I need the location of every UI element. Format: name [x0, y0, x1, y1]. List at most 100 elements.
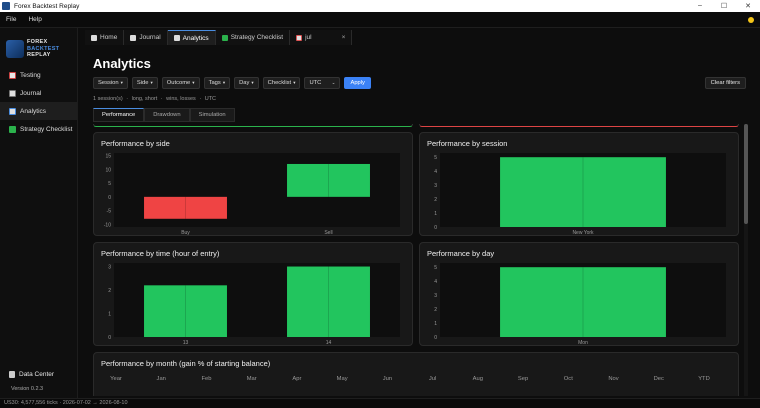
filter-session[interactable]: Session ▾ — [93, 77, 128, 89]
sidebar-item-label: Strategy Checklist — [20, 125, 73, 133]
data-center-label: Data Center — [19, 371, 55, 378]
x-tick-label: New York — [572, 230, 594, 236]
main-content: Analytics Session ▾ Side ▾ Outcome ▾ Tags ▾ … — [85, 46, 760, 398]
y-tick-label: -5 — [107, 209, 112, 215]
tab-strategy-checklist[interactable]: Strategy Checklist — [215, 30, 291, 45]
filter-checklist[interactable]: Checklist ▾ — [262, 77, 301, 89]
x-tick-label: Sell — [324, 230, 332, 236]
analytics-icon — [9, 107, 16, 115]
y-tick-label: 3 — [108, 265, 111, 271]
month-column-header: Aug — [473, 376, 483, 382]
menu-bar: File Help — [0, 12, 760, 28]
chart-card-session: Performance by session 5 4 3 2 1 0 New York — [419, 132, 739, 236]
sidebar-item-strategy-checklist[interactable]: Strategy Checklist — [0, 120, 77, 138]
filter-outcome[interactable]: Outcome ▾ — [161, 77, 200, 89]
tab-label: Analytics — [182, 34, 209, 42]
summary-sessions: 1 session(s) — [93, 96, 123, 102]
tab-home[interactable]: Home — [85, 30, 125, 45]
month-column-header: Apr — [292, 376, 301, 382]
menu-help[interactable]: Help — [22, 16, 47, 23]
sidebar-item-label: Testing — [20, 71, 41, 79]
previous-card-edge — [419, 124, 739, 127]
sidebar-item-testing[interactable]: Testing — [0, 66, 77, 84]
apply-button[interactable]: Apply — [344, 77, 371, 89]
clear-filters-button[interactable]: Clear filters — [704, 77, 746, 89]
subtab-simulation[interactable]: Simulation — [189, 108, 235, 122]
brand-line-3: REPLAY — [27, 52, 51, 59]
filter-day[interactable]: Day ▾ — [234, 77, 259, 89]
window-title: Forex Backtest Replay — [14, 2, 80, 10]
window-controls: – ☐ ✕ — [688, 2, 760, 10]
y-tick-label: 0 — [108, 195, 111, 201]
y-tick-label: 2 — [434, 307, 437, 313]
filter-side[interactable]: Side ▾ — [131, 77, 158, 89]
summary-separator: · — [199, 96, 202, 102]
data-center-button[interactable]: Data Center — [0, 371, 78, 378]
tab-journal[interactable]: Journal — [124, 30, 168, 45]
y-tick-label: 1 — [108, 312, 111, 318]
filter-label: Side — [136, 80, 149, 86]
brand-logo: FOREX BACKTEST REPLAY — [0, 28, 77, 62]
session-chart: 5 4 3 2 1 0 New York — [434, 153, 726, 236]
summary-separator: · — [126, 96, 129, 102]
journal-icon — [9, 89, 16, 97]
status-bar: US30: 4,577,556 ticks · 2026-07-02 → 202… — [0, 398, 760, 408]
summary-separator: · — [160, 96, 163, 102]
sidebar-item-label: Journal — [20, 89, 42, 97]
month-column-header: Jul — [429, 376, 436, 382]
chart-icon — [296, 34, 303, 41]
minimize-button[interactable]: – — [688, 2, 712, 10]
filter-tags[interactable]: Tags ▾ — [203, 77, 231, 89]
sidebar-item-journal[interactable]: Journal — [0, 84, 77, 102]
tab-label: Journal — [139, 34, 161, 41]
tab-jul[interactable]: jul × — [290, 30, 353, 45]
close-tab-icon[interactable]: × — [342, 34, 346, 41]
y-tick-label: 10 — [105, 167, 111, 173]
timezone-select[interactable]: UTC ⌄ — [304, 77, 341, 89]
checklist-icon — [221, 34, 228, 41]
caret-down-icon: ▾ — [222, 80, 226, 85]
chart-card-month: Performance by month (gain % of starting… — [93, 352, 739, 396]
theme-toggle-icon[interactable] — [748, 16, 754, 23]
filter-bar: Session ▾ Side ▾ Outcome ▾ Tags ▾ Day ▾ Check… — [93, 77, 371, 89]
y-tick-label: 4 — [434, 169, 437, 175]
chart-card-day: Performance by day 5 4 3 2 1 0 Mon — [419, 242, 739, 346]
chart-card-side: Performance by side 15 10 5 0 -5 -10 Buy Sell — [93, 132, 413, 236]
subtab-performance[interactable]: Performance — [93, 108, 145, 122]
tab-label: Strategy Checklist — [230, 34, 284, 41]
caret-down-icon: ▾ — [150, 80, 153, 85]
month-column-header: May — [337, 376, 348, 382]
checklist-icon — [9, 125, 16, 133]
month-column-header: Year — [110, 376, 122, 382]
timezone-value: UTC — [309, 80, 322, 86]
month-column-header: Dec — [654, 376, 664, 382]
y-tick-label: -10 — [104, 222, 111, 228]
month-column-header: Jan — [157, 376, 166, 382]
tab-analytics[interactable]: Analytics — [167, 30, 216, 45]
close-window-button[interactable]: ✕ — [736, 2, 760, 10]
previous-card-edge — [93, 124, 413, 127]
charts-scroll-area[interactable]: Performance by side 15 10 5 0 -5 -10 Buy Sell P… — [93, 124, 748, 396]
vertical-scrollbar[interactable] — [744, 124, 748, 396]
y-tick-label: 0 — [434, 225, 437, 231]
sidebar-item-label: Analytics — [20, 107, 47, 115]
month-column-header: Feb — [201, 376, 211, 382]
page-title: Analytics — [93, 56, 151, 71]
y-tick-label: 5 — [434, 155, 437, 161]
scrollbar-thumb[interactable] — [744, 124, 748, 224]
month-column-header: Nov — [608, 376, 618, 382]
y-tick-label: 3 — [434, 183, 437, 189]
menu-file[interactable]: File — [0, 16, 22, 23]
subtab-drawdown[interactable]: Drawdown — [144, 108, 190, 122]
sidebar-item-analytics[interactable]: Analytics — [0, 102, 77, 120]
filter-label: Checklist — [267, 80, 292, 86]
sidebar-footer: Data Center Version 0.2.3 — [0, 371, 78, 392]
maximize-button[interactable]: ☐ — [712, 2, 736, 10]
month-column-header: Oct — [564, 376, 573, 382]
summary-timezone: UTC — [204, 96, 217, 102]
x-tick-label: 13 — [183, 340, 189, 346]
tab-label: Home — [100, 34, 118, 41]
y-tick-label: 0 — [108, 335, 111, 341]
caret-down-icon: ▾ — [293, 80, 296, 85]
y-tick-label: 0 — [434, 335, 437, 341]
